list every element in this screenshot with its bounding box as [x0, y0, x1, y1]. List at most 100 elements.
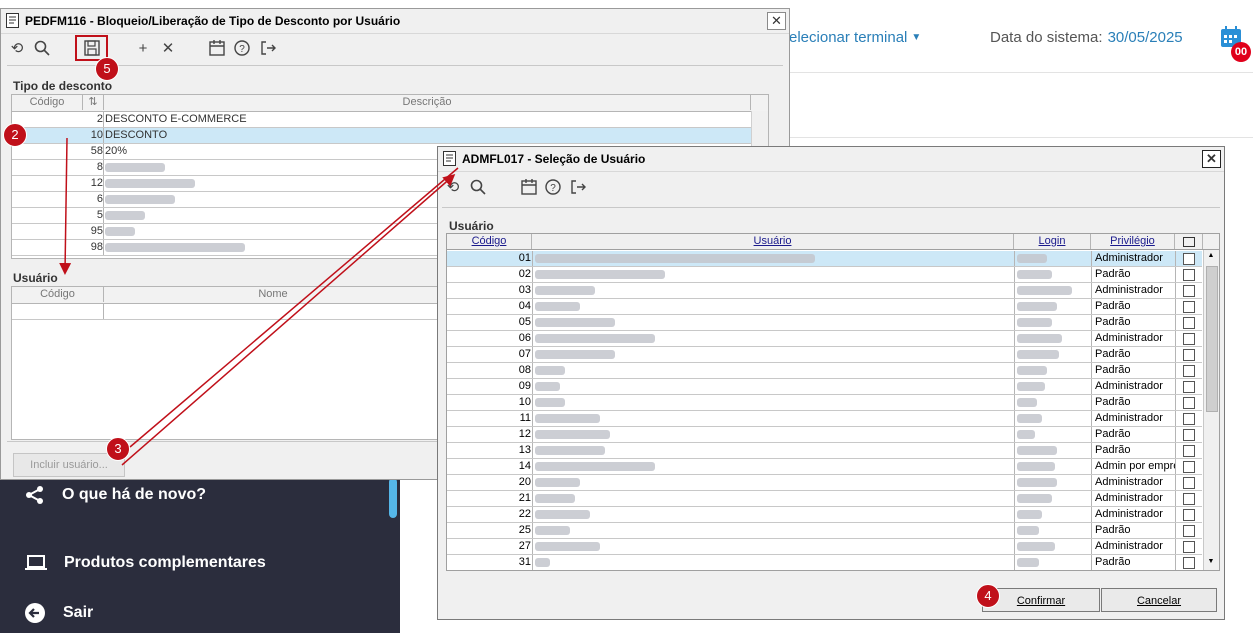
sort-icon[interactable]: ⇅ — [83, 95, 104, 110]
grid-header: Código Nome — [12, 287, 442, 304]
table-row[interactable] — [12, 304, 442, 320]
table-row[interactable]: 22 Administrador — [447, 507, 1202, 523]
exit-icon[interactable] — [569, 179, 587, 197]
side-item-whats-new[interactable]: O que há de novo? — [0, 480, 400, 510]
cell-codigo: 21 — [518, 492, 531, 504]
exit-circle-icon — [25, 603, 45, 623]
table-row[interactable]: 03 Administrador — [447, 283, 1202, 299]
row-checkbox[interactable] — [1183, 365, 1195, 377]
add-icon[interactable]: + — [134, 40, 152, 58]
search-icon[interactable] — [33, 40, 51, 58]
row-checkbox[interactable] — [1183, 397, 1195, 409]
row-checkbox[interactable] — [1183, 285, 1195, 297]
help-icon[interactable]: ? — [233, 40, 251, 58]
table-row[interactable]: 27 Administrador — [447, 539, 1202, 555]
table-row[interactable]: 20 Administrador — [447, 475, 1202, 491]
row-checkbox[interactable] — [1183, 493, 1195, 505]
cell-descricao — [105, 193, 175, 205]
table-row[interactable]: 04 Padrão — [447, 299, 1202, 315]
close-button[interactable]: ✕ — [767, 12, 786, 30]
row-checkbox[interactable] — [1183, 525, 1195, 537]
side-menu-scrollbar[interactable] — [389, 478, 397, 518]
column-header-usuario[interactable]: Usuário — [532, 234, 1014, 249]
table-row[interactable]: 08 Padrão — [447, 363, 1202, 379]
table-row[interactable]: 02 Padrão — [447, 267, 1202, 283]
cell-divider — [532, 395, 533, 410]
cancel-button[interactable]: Cancelar — [1101, 588, 1217, 612]
row-checkbox[interactable] — [1183, 429, 1195, 441]
row-checkbox[interactable] — [1183, 477, 1195, 489]
column-header-login[interactable]: Login — [1014, 234, 1091, 249]
row-checkbox[interactable] — [1183, 541, 1195, 553]
redacted-text — [105, 242, 245, 252]
delete-icon[interactable]: ✕ — [159, 40, 177, 58]
table-row[interactable]: 10 DESCONTO — [12, 128, 768, 144]
table-row[interactable]: 11 Administrador — [447, 411, 1202, 427]
help-icon[interactable]: ? — [544, 179, 562, 197]
row-checkbox[interactable] — [1183, 349, 1195, 361]
column-header-codigo[interactable]: Código — [12, 287, 104, 302]
row-checkbox[interactable] — [1183, 333, 1195, 345]
column-header-nome[interactable]: Nome — [104, 287, 442, 302]
column-header-privilegio[interactable]: Privilégio — [1091, 234, 1175, 249]
vertical-scrollbar[interactable]: ▲ ▼ — [1203, 250, 1219, 570]
table-row[interactable]: 14 Admin por empre — [447, 459, 1202, 475]
undo-icon[interactable]: ⟲ — [8, 40, 26, 58]
row-checkbox[interactable] — [1183, 461, 1195, 473]
cell-divider — [1091, 459, 1092, 474]
cell-privilegio: Padrão — [1095, 396, 1131, 408]
confirm-button[interactable]: Confirmar — [982, 588, 1100, 612]
table-row[interactable]: 21 Administrador — [447, 491, 1202, 507]
table-row[interactable]: 25 Padrão — [447, 523, 1202, 539]
select-all-checkbox[interactable] — [1175, 234, 1203, 249]
table-row[interactable]: 09 Administrador — [447, 379, 1202, 395]
close-button[interactable]: ✕ — [1202, 150, 1221, 168]
table-row[interactable]: 05 Padrão — [447, 315, 1202, 331]
cell-divider — [1091, 379, 1092, 394]
table-row[interactable]: 07 Padrão — [447, 347, 1202, 363]
side-item-complementary-products[interactable]: Produtos complementares — [0, 548, 400, 578]
table-row[interactable]: 10 Padrão — [447, 395, 1202, 411]
table-row[interactable]: 12 Padrão — [447, 427, 1202, 443]
column-header-codigo[interactable]: Código — [12, 95, 83, 110]
cell-divider — [1091, 539, 1092, 554]
redacted-text — [535, 334, 655, 343]
row-checkbox[interactable] — [1183, 253, 1195, 265]
cell-divider — [103, 224, 104, 239]
search-icon[interactable] — [469, 179, 487, 197]
scroll-down-icon[interactable]: ▼ — [1206, 558, 1216, 568]
table-row[interactable]: 01 Administrador — [447, 251, 1202, 267]
row-checkbox[interactable] — [1183, 413, 1195, 425]
cell-privilegio: Administrador — [1095, 332, 1163, 344]
main-toolbar: ⟲ + ✕ ? — [1, 36, 789, 62]
select-terminal-link[interactable]: elecionar terminal ▼ — [789, 29, 921, 46]
table-row[interactable]: 13 Padrão — [447, 443, 1202, 459]
cell-divider — [1175, 427, 1176, 442]
side-item-exit[interactable]: Sair — [0, 598, 400, 628]
scroll-up-icon[interactable]: ▲ — [1206, 252, 1216, 262]
redacted-text — [105, 162, 165, 172]
cell-divider — [1091, 283, 1092, 298]
column-header-descricao[interactable]: Descrição — [104, 95, 751, 110]
row-checkbox[interactable] — [1183, 381, 1195, 393]
redacted-text — [1017, 542, 1055, 551]
row-checkbox[interactable] — [1183, 445, 1195, 457]
row-checkbox[interactable] — [1183, 269, 1195, 281]
table-row[interactable]: 06 Administrador — [447, 331, 1202, 347]
cell-codigo: 08 — [518, 364, 531, 376]
column-header-codigo[interactable]: Código — [447, 234, 532, 249]
table-row[interactable]: 31 Padrão — [447, 555, 1202, 570]
cell-divider — [1175, 251, 1176, 266]
row-checkbox[interactable] — [1183, 317, 1195, 329]
exit-icon[interactable] — [259, 40, 277, 58]
cell-privilegio: Administrador — [1095, 492, 1163, 504]
undo-icon[interactable]: ⟲ — [444, 179, 462, 197]
scrollbar-thumb[interactable] — [1206, 266, 1218, 412]
row-checkbox[interactable] — [1183, 509, 1195, 521]
calendar-icon[interactable] — [208, 40, 226, 58]
row-checkbox[interactable] — [1183, 557, 1195, 569]
calendar-icon[interactable] — [520, 179, 538, 197]
cell-codigo: 05 — [518, 316, 531, 328]
row-checkbox[interactable] — [1183, 301, 1195, 313]
table-row[interactable]: 2 DESCONTO E-COMMERCE — [12, 112, 768, 128]
